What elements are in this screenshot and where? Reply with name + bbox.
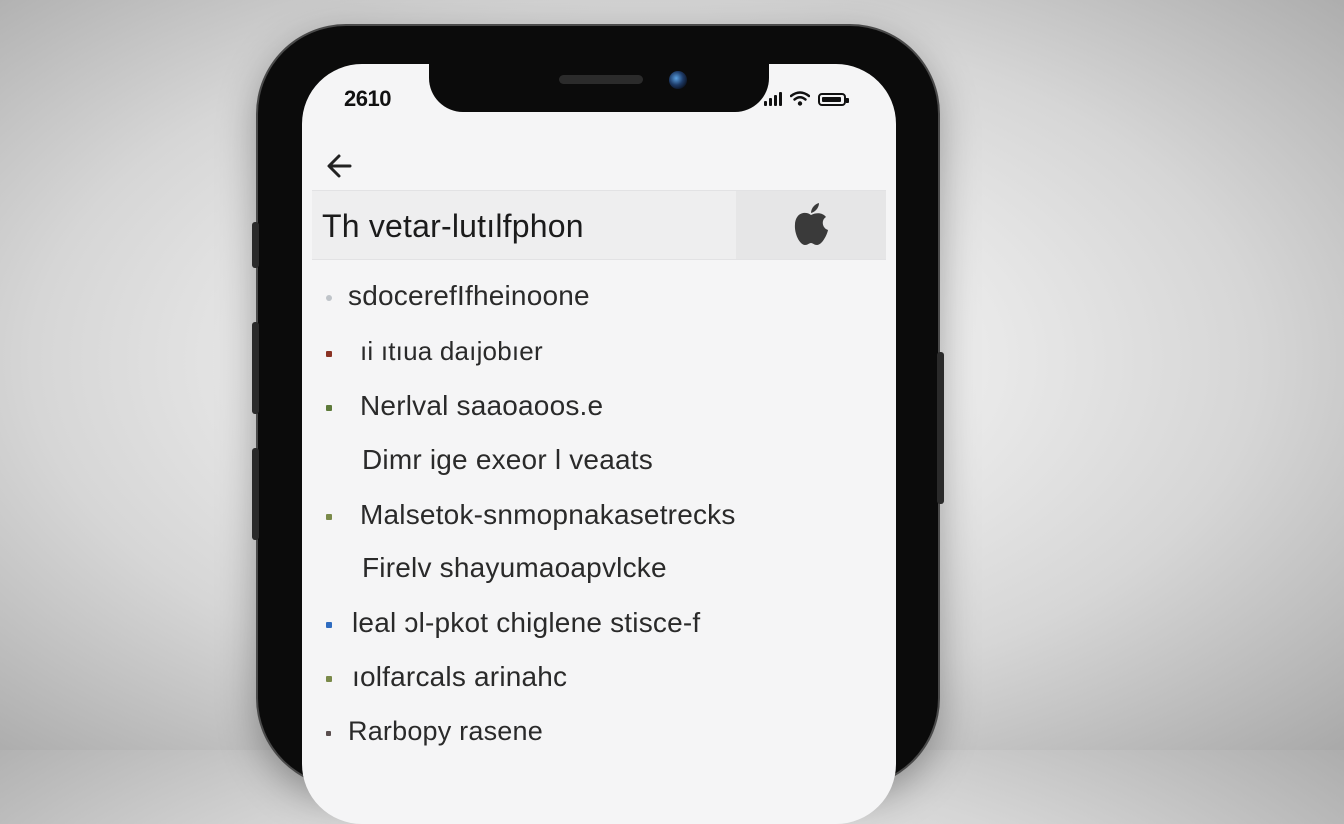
wifi-icon	[790, 91, 810, 106]
mute-switch	[252, 222, 259, 268]
front-camera	[669, 71, 687, 89]
list-item-text: Nerlval saaoaoos.e	[360, 390, 604, 421]
list-bullet	[326, 731, 331, 736]
list-bullet	[326, 676, 332, 682]
logo-box	[736, 191, 886, 259]
phone-frame: 2610 Th vetar-lutılfphon sdocerefIfheino…	[252, 26, 944, 824]
volume-down-button	[252, 448, 259, 540]
phone-screen: 2610 Th vetar-lutılfphon sdocerefIfheino…	[302, 64, 896, 824]
list-bullet	[326, 405, 332, 411]
list-bullet	[326, 622, 332, 628]
list-item: Nerlval saaoaoos.e	[302, 386, 896, 426]
list-item-text: sdocerefIfheinoone	[348, 280, 590, 311]
list-item: ıolfarcals arinahc	[302, 657, 896, 697]
earpiece-speaker	[559, 75, 643, 84]
app-screen: { "status_bar": { "time": "2610" }, "hea…	[0, 0, 1344, 824]
list-bullet	[326, 295, 332, 301]
list-bullet	[326, 351, 332, 357]
cellular-signal-icon	[764, 92, 782, 106]
list-item: Dimr ige exeor l veaats	[302, 440, 896, 480]
notch	[429, 64, 769, 112]
list-item-text: ıi ıtıua daıjobıer	[360, 336, 543, 366]
header-card: Th vetar-lutılfphon	[312, 190, 886, 260]
page-title: Th vetar-lutılfphon	[322, 208, 584, 244]
list-item-text: Rarbopy rasene	[348, 716, 543, 746]
list-bullet	[326, 514, 332, 520]
power-button	[937, 352, 944, 504]
list-item-text: leal ɔl-pkot chiglene stisce-f	[352, 607, 701, 638]
list-item-text: Firelv shayumaoapvlcke	[362, 552, 667, 583]
status-icons	[764, 91, 849, 106]
list-item: sdocerefIfheinoone	[302, 276, 896, 316]
status-time: 2610	[344, 86, 391, 111]
list-item-text: ıolfarcals arinahc	[352, 661, 568, 692]
list-item-text: Malsetok-snmopnakasetrecks	[360, 499, 736, 530]
volume-up-button	[252, 322, 259, 414]
list-item: ıi ıtıua daıjobıer	[302, 332, 896, 372]
list-item-text: Dimr ige exeor l veaats	[362, 444, 653, 475]
list-item: Firelv shayumaoapvlcke	[302, 548, 896, 588]
battery-icon	[818, 93, 849, 106]
arrow-left-icon	[327, 154, 352, 178]
list-item: Rarbopy rasene	[302, 712, 896, 752]
list-item: leal ɔl-pkot chiglene stisce-f	[302, 603, 896, 643]
apple-logo-icon	[794, 203, 828, 245]
back-button[interactable]	[322, 148, 358, 184]
list-item: Malsetok-snmopnakasetrecks	[302, 495, 896, 535]
